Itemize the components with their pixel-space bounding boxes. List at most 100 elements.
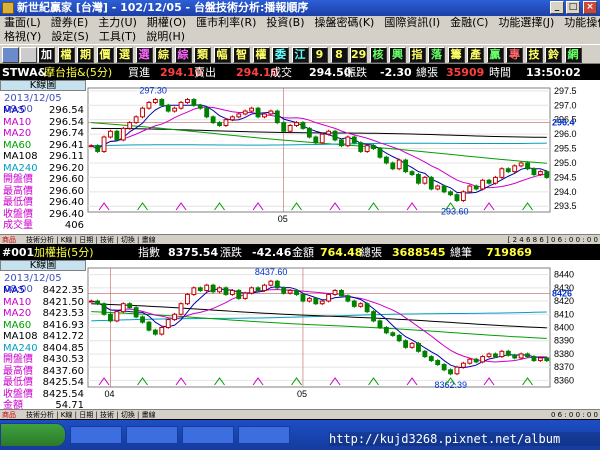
toolbar-button[interactable]: 8 xyxy=(330,47,348,63)
start-button[interactable] xyxy=(0,423,66,447)
candle-body xyxy=(441,185,447,193)
candle-body xyxy=(345,295,351,302)
toolbar-button[interactable]: 興 xyxy=(389,47,406,63)
menu-item[interactable]: 證券(E) xyxy=(47,16,95,30)
panel2-strip-mid[interactable]: 技術分析 | K線 | 日期 | 技術 | 切換 | 畫線 xyxy=(26,410,156,420)
toolbar-button[interactable]: 技 xyxy=(525,47,543,63)
legend-value: 296.74 xyxy=(49,128,84,139)
toolbar-button[interactable]: 幅 xyxy=(213,47,231,63)
maximize-button[interactable]: □ xyxy=(566,1,580,14)
candle-body xyxy=(120,303,126,313)
legend-label: 收盤價 xyxy=(3,208,33,220)
legend-value: 296.60 xyxy=(49,185,84,197)
menu-item[interactable]: 金融(C) xyxy=(446,16,494,30)
legend-label: MA20 xyxy=(3,128,32,139)
toolbar-button[interactable]: 落 xyxy=(428,47,445,63)
candle-body xyxy=(281,122,287,132)
toolbar-button[interactable]: 贏 xyxy=(486,47,504,63)
y-tick-label: 295.5 xyxy=(554,144,577,154)
toolbar-button[interactable]: 檔 xyxy=(57,47,75,63)
toolbar-button[interactable]: 選 xyxy=(116,47,133,63)
ma240-line xyxy=(91,311,547,322)
menu-item[interactable]: 設定(S) xyxy=(47,30,95,44)
menu-item[interactable]: 操盤密碼(K) xyxy=(311,16,381,30)
toolbar-button[interactable]: 指 xyxy=(408,47,426,63)
legend-label: MA240 xyxy=(3,162,38,174)
toolbar-button[interactable]: 權 xyxy=(252,47,270,63)
panel2-strip-left[interactable]: 商品 xyxy=(2,410,16,420)
candle-body xyxy=(544,171,550,178)
toolbar-button[interactable]: 類 xyxy=(194,47,211,63)
panel1-kline-tab[interactable]: K線圖 xyxy=(0,80,86,91)
candle-body xyxy=(120,127,126,141)
current-price-label: 8426 xyxy=(552,289,572,299)
panel2-candlestick-chart[interactable]: 8360837083808390840084108420843084408426… xyxy=(0,260,600,409)
menu-item[interactable]: 投資(B) xyxy=(262,16,310,30)
toolbar-button[interactable]: 29 xyxy=(350,47,367,63)
toolbar-button[interactable]: 江 xyxy=(291,47,309,63)
panel2-kline-tab[interactable]: K線圖 xyxy=(0,260,86,271)
menu-item[interactable]: 匯市利率(R) xyxy=(192,16,262,30)
toolbar-button[interactable]: 9 xyxy=(311,47,328,63)
home-icon[interactable] xyxy=(2,47,19,63)
panel2-symbol[interactable]: #001 xyxy=(2,246,34,260)
candle-body xyxy=(281,287,287,294)
candle-body xyxy=(499,350,505,358)
menu-item[interactable]: 主力(U) xyxy=(94,16,143,30)
candle-body xyxy=(268,110,274,115)
toolbar-button[interactable]: 籌 xyxy=(447,47,465,63)
legend-label: MA10 xyxy=(3,116,32,128)
legend-row: MA10 296.54 xyxy=(0,117,86,129)
toolbar-button[interactable]: 加 xyxy=(38,47,55,63)
candle-body xyxy=(512,354,518,359)
panel1-symbol[interactable]: STWA& xyxy=(2,66,47,80)
menu-item[interactable]: 國際資訊(I) xyxy=(380,16,446,30)
toolbar-button[interactable]: 價 xyxy=(96,47,114,63)
taskbar-item[interactable] xyxy=(182,426,234,444)
menu-item[interactable]: 工具(T) xyxy=(95,30,142,44)
candle-body xyxy=(242,110,248,115)
minimize-button[interactable]: _ xyxy=(550,1,564,14)
taskbar-item[interactable] xyxy=(238,426,290,444)
toolbar-button[interactable]: 專 xyxy=(506,47,523,63)
legend-label: MA60 xyxy=(3,139,32,151)
y-tick-label: 295.0 xyxy=(554,158,577,168)
toolbar-button[interactable]: 綜 xyxy=(155,47,172,63)
toolbar-button[interactable]: 智 xyxy=(233,47,250,63)
grid-icon[interactable] xyxy=(20,47,37,63)
toolbar-button[interactable]: 期 xyxy=(77,47,94,63)
legend-label: MA108 xyxy=(3,151,38,162)
legend-label: MA240 xyxy=(3,342,38,354)
candle-body xyxy=(306,297,312,302)
candle-body xyxy=(294,289,299,295)
toolbar-button[interactable]: 核 xyxy=(369,47,387,63)
panel1-strip-left[interactable]: 商品 xyxy=(2,235,16,245)
menu-item[interactable]: 功能操作(K) xyxy=(560,16,600,30)
taskbar-item[interactable] xyxy=(126,426,178,444)
menu-item[interactable]: 期權(O) xyxy=(143,16,192,30)
panel1-quote-header: STWA& 摩台指&(5分) 買進 294.10 賣出 294.10 成交 29… xyxy=(0,66,600,80)
panel1-strip-mid[interactable]: 技術分析 | K線 | 日期 | 技術 | 切換 | 畫線 xyxy=(26,235,156,245)
menu-item[interactable]: 畫面(L) xyxy=(0,16,47,30)
legend-row: MA5 8422.35 xyxy=(0,285,86,297)
toolbar-button[interactable]: 產 xyxy=(467,47,484,63)
toolbar-button[interactable]: 委 xyxy=(272,47,289,63)
candle-body xyxy=(152,99,158,103)
candle-body xyxy=(114,130,120,141)
candle-body xyxy=(255,107,261,118)
taskbar-item[interactable] xyxy=(70,426,122,444)
current-price-label: 296.4 xyxy=(552,118,575,128)
close-button[interactable]: × xyxy=(583,1,597,14)
toolbar-button[interactable]: 選 xyxy=(135,47,153,63)
legend-label: 最高價 xyxy=(3,185,33,197)
menu-item[interactable]: 功能選擇(J) xyxy=(494,16,560,30)
toolbar-button[interactable]: 網 xyxy=(564,47,582,63)
panel1-candlestick-chart[interactable]: 293.5294.0294.5295.0295.5296.0296.5297.0… xyxy=(0,80,600,234)
candle-body xyxy=(326,293,332,302)
menu-item[interactable]: 格視(Y) xyxy=(0,30,47,44)
menu-item[interactable]: 說明(H) xyxy=(142,30,191,44)
candle-body xyxy=(236,289,242,299)
legend-value: 8421.50 xyxy=(42,296,84,308)
toolbar-button[interactable]: 綜 xyxy=(174,47,192,63)
toolbar-button[interactable]: 鈴 xyxy=(545,47,562,63)
